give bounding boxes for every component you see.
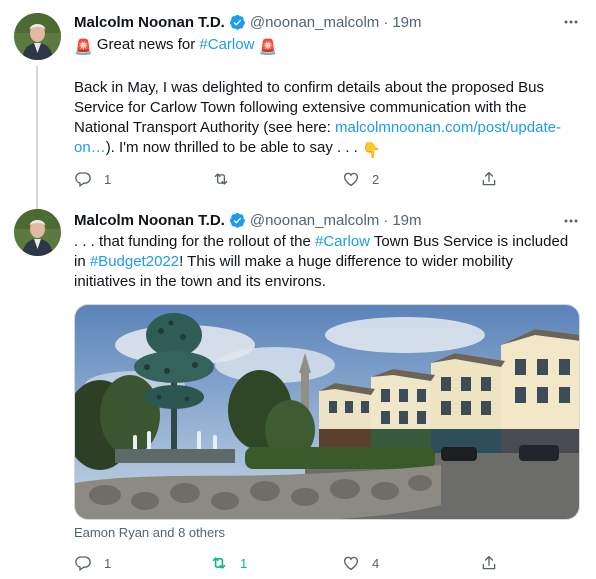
tweet-text: . . . that funding for the rollout of th… — [74, 232, 584, 292]
author-name[interactable]: Malcolm Noonan T.D. — [74, 14, 225, 31]
share-icon — [482, 555, 496, 570]
tweet-photo[interactable] — [74, 304, 580, 520]
tweet-header: Malcolm Noonan T.D. @noonan_malcolm · 19… — [74, 209, 422, 231]
text-segment: Town Bus Service is included — [370, 233, 569, 250]
text-segment: in — [74, 253, 90, 270]
verified-badge-icon — [229, 14, 246, 31]
like-count: 4 — [372, 555, 380, 571]
thread-connector — [36, 66, 38, 214]
siren-emoji: 🚨 — [74, 39, 93, 56]
more-icon[interactable] — [563, 213, 579, 229]
like-button[interactable]: 4 — [342, 553, 379, 573]
share-button[interactable] — [480, 553, 498, 573]
author-handle[interactable]: @noonan_malcolm — [250, 14, 379, 31]
tweet-2[interactable]: Malcolm Noonan T.D. @noonan_malcolm · 19… — [0, 205, 596, 579]
tweet-line: National Transport Authority (see here: … — [74, 118, 584, 138]
text-segment: ). I'm now thrilled to be able to say . … — [105, 139, 362, 156]
pointing-down-emoji: 👇 — [362, 142, 381, 159]
tweet-actions: 1 2 — [74, 169, 504, 189]
separator-dot: · — [383, 211, 389, 229]
verified-badge-icon — [229, 212, 246, 229]
tweet-timestamp[interactable]: 19m — [392, 14, 421, 31]
text-segment: Great news for — [92, 36, 200, 53]
reply-icon — [75, 556, 91, 572]
reply-count: 1 — [104, 171, 112, 187]
hashtag-link[interactable]: #Carlow — [315, 233, 370, 250]
retweet-icon — [212, 557, 226, 569]
text-segment: ! This will make a huge difference to wi… — [179, 253, 513, 270]
tweet-1[interactable]: Malcolm Noonan T.D. @noonan_malcolm · 19… — [0, 0, 596, 214]
like-icon — [343, 556, 359, 571]
author-name[interactable]: Malcolm Noonan T.D. — [74, 212, 225, 229]
like-button[interactable]: 2 — [342, 169, 379, 189]
retweet-button[interactable]: 1 — [210, 553, 247, 573]
avatar[interactable] — [14, 13, 61, 60]
more-icon[interactable] — [563, 14, 579, 30]
tweet-line: Back in May, I was delighted to confirm … — [74, 79, 544, 96]
share-icon — [482, 171, 496, 186]
share-button[interactable] — [480, 169, 498, 189]
text-segment: National Transport Authority (see here: — [74, 119, 335, 136]
hashtag-link[interactable]: #Budget2022 — [90, 253, 179, 270]
like-count: 2 — [372, 171, 380, 187]
text-segment: . . . that funding for the rollout of th… — [74, 233, 315, 250]
reply-button[interactable]: 1 — [74, 553, 111, 573]
reply-icon — [75, 172, 91, 188]
tweet-text: 🚨 Great news for #Carlow 🚨 Back in May, … — [74, 35, 584, 161]
tweet-line: . . . that funding for the rollout of th… — [74, 232, 584, 252]
like-icon — [343, 172, 359, 187]
tweet-line: 🚨 Great news for #Carlow 🚨 — [74, 35, 584, 58]
hashtag-link[interactable]: #Carlow — [199, 36, 254, 53]
reply-button[interactable]: 1 — [74, 169, 111, 189]
tweet-header: Malcolm Noonan T.D. @noonan_malcolm · 19… — [74, 11, 422, 33]
tweet-line: Service for Carlow Town following extens… — [74, 99, 527, 116]
siren-emoji: 🚨 — [258, 39, 278, 56]
avatar[interactable] — [14, 209, 61, 256]
tweet-timestamp[interactable]: 19m — [392, 212, 421, 229]
separator-dot: · — [383, 13, 389, 31]
tweet-actions: 1 1 4 — [74, 553, 504, 573]
tweet-line: initiatives in the town and its environs… — [74, 273, 326, 290]
author-handle[interactable]: @noonan_malcolm — [250, 212, 379, 229]
external-link[interactable]: malcolmnoonan.com/post/update- — [335, 119, 561, 136]
retweet-icon — [214, 173, 228, 185]
reply-count: 1 — [104, 555, 112, 571]
tweet-line: on…). I'm now thrilled to be able to say… — [74, 138, 584, 161]
tagged-users[interactable]: Eamon Ryan and 8 others — [74, 525, 225, 540]
retweet-button[interactable] — [212, 169, 242, 189]
external-link-continued[interactable]: on… — [74, 139, 106, 156]
tweet-line: in #Budget2022! This will make a huge di… — [74, 252, 584, 272]
retweet-count: 1 — [240, 555, 248, 571]
